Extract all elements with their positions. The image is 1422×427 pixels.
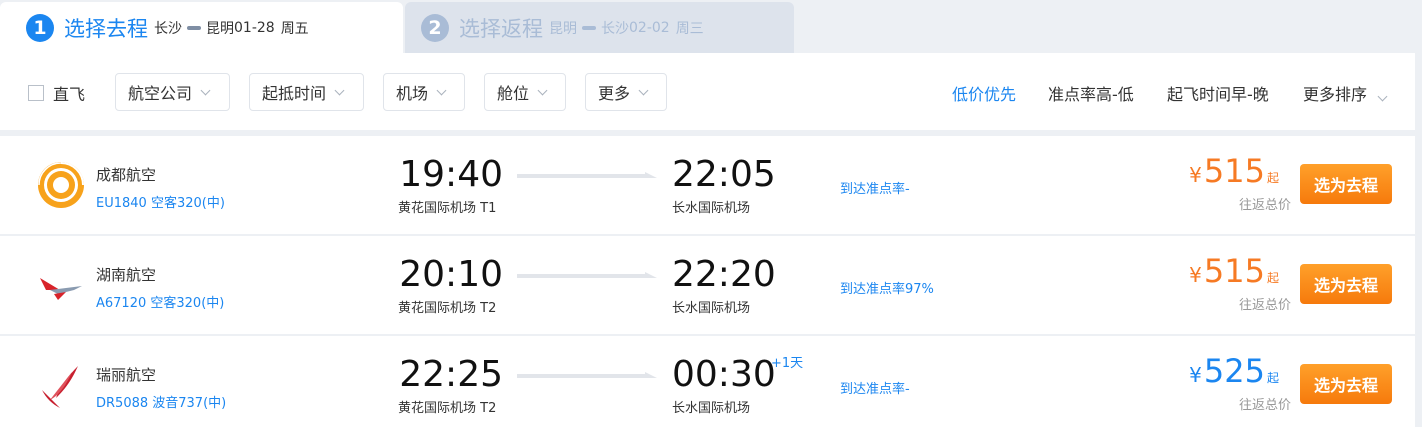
- chevron-down-icon: [1377, 91, 1388, 102]
- next-day-badge: +1天: [771, 356, 804, 371]
- filter-bar: 直飞 航空公司 起抵时间 机场 舱位 更多 低价优先 准点率高-低 起飞时间早-…: [0, 53, 1415, 130]
- chevron-down-icon: [200, 85, 211, 95]
- price: ¥ 515 起: [1189, 152, 1279, 190]
- currency-symbol: ¥: [1189, 263, 1202, 287]
- flight-row: 湖南航空 A67120 空客320(中) 20:10 黄花国际机场 T2 22:…: [0, 236, 1415, 334]
- flight-number[interactable]: A67120 空客320(中): [96, 292, 224, 311]
- departure-airport: 黄花国际机场 T1: [398, 201, 497, 216]
- direct-flight-checkbox[interactable]: [28, 85, 44, 101]
- departure-airport: 黄花国际机场 T2: [398, 301, 497, 316]
- route-date: 02-02: [629, 19, 670, 36]
- departure-time: 20:10: [399, 254, 503, 295]
- arrival-airport: 长水国际机场: [672, 401, 751, 416]
- more-filter-dropdown[interactable]: 更多: [585, 73, 667, 111]
- arrival-time: 22:05: [672, 154, 776, 195]
- ontime-rate: 到达准点率97%: [840, 282, 934, 297]
- sort-ontime[interactable]: 准点率高-低: [1048, 81, 1134, 105]
- step-number-badge: 2: [421, 13, 449, 42]
- tab-return[interactable]: 2 选择返程 昆明 长沙 02-02 周三: [405, 2, 794, 53]
- tab-outbound[interactable]: 1 选择去程 长沙 昆明 01-28 周五: [0, 2, 403, 53]
- time-filter-dropdown[interactable]: 起抵时间: [249, 73, 364, 111]
- price-suffix: 起: [1266, 271, 1279, 285]
- price-note: 往返总价: [1238, 398, 1291, 413]
- ontime-rate: 到达准点率-: [840, 382, 910, 397]
- route-summary: 昆明 长沙 02-02 周三: [549, 18, 704, 38]
- step-number-badge: 1: [26, 13, 54, 42]
- dropdown-label: 航空公司: [128, 84, 193, 103]
- dropdown-label: 舱位: [497, 84, 530, 103]
- select-outbound-button[interactable]: 选为去程: [1300, 164, 1392, 204]
- flight-row: 成都航空 EU1840 空客320(中) 19:40 黄花国际机场 T1 22:…: [0, 136, 1415, 234]
- dropdown-label: 起抵时间: [262, 84, 327, 103]
- route-origin: 昆明: [549, 20, 577, 37]
- airline-filter-dropdown[interactable]: 航空公司: [115, 73, 230, 111]
- price: ¥ 525 起: [1189, 352, 1279, 390]
- price: ¥ 515 起: [1189, 252, 1279, 290]
- flight-arrow-icon: [517, 272, 657, 278]
- ruili-airlines-logo-icon: [42, 366, 78, 408]
- airport-filter-dropdown[interactable]: 机场: [383, 73, 465, 111]
- airline-name: 瑞丽航空: [96, 366, 157, 384]
- currency-symbol: ¥: [1189, 363, 1202, 387]
- price-suffix: 起: [1266, 371, 1279, 385]
- arrival-time: 00:30: [672, 354, 776, 395]
- departure-time: 19:40: [399, 154, 503, 195]
- chevron-down-icon: [334, 85, 345, 95]
- arrival-time: 22:20: [672, 254, 776, 295]
- trip-step-tabs: 1 选择去程 长沙 昆明 01-28 周五 2 选择返程 昆明 长沙 02-02…: [0, 0, 1422, 53]
- dropdown-label: 更多: [598, 84, 631, 103]
- chevron-down-icon: [537, 85, 548, 95]
- departure-time: 22:25: [399, 354, 503, 395]
- price-note: 往返总价: [1238, 198, 1291, 213]
- sort-more-label: 更多排序: [1303, 85, 1368, 104]
- chengdu-airlines-logo-icon: [38, 162, 84, 208]
- ontime-rate: 到达准点率-: [840, 182, 910, 197]
- departure-airport: 黄花国际机场 T2: [398, 401, 497, 416]
- route-weekday: 周三: [675, 20, 704, 37]
- sort-more[interactable]: 更多排序: [1303, 81, 1388, 105]
- flight-arrow-icon: [517, 172, 657, 178]
- price-value: 515: [1203, 252, 1265, 290]
- airline-name: 成都航空: [96, 166, 157, 184]
- route-dash-icon: [582, 25, 596, 30]
- hunan-airlines-logo-icon: [40, 278, 82, 300]
- route-destination: 昆明: [206, 20, 234, 37]
- tab-title: 选择返程: [459, 16, 543, 41]
- route-dash-icon: [187, 25, 201, 30]
- select-outbound-button[interactable]: 选为去程: [1300, 264, 1392, 304]
- arrival-airport: 长水国际机场: [672, 301, 751, 316]
- sort-price-low[interactable]: 低价优先: [952, 81, 1016, 105]
- chevron-down-icon: [638, 85, 649, 95]
- price-value: 515: [1203, 152, 1265, 190]
- airline-name: 湖南航空: [96, 266, 157, 284]
- price-value: 525: [1203, 352, 1265, 390]
- currency-symbol: ¥: [1189, 163, 1202, 187]
- chevron-down-icon: [436, 85, 447, 95]
- flight-number[interactable]: EU1840 空客320(中): [96, 192, 225, 211]
- flight-row: 瑞丽航空 DR5088 波音737(中) 22:25 黄花国际机场 T2 00:…: [0, 336, 1415, 427]
- route-destination: 长沙: [601, 20, 629, 37]
- price-suffix: 起: [1266, 171, 1279, 185]
- direct-flight-label[interactable]: 直飞: [53, 81, 85, 105]
- arrival-airport: 长水国际机场: [672, 201, 751, 216]
- flight-number[interactable]: DR5088 波音737(中): [96, 392, 226, 411]
- dropdown-label: 机场: [396, 84, 429, 103]
- cabin-filter-dropdown[interactable]: 舱位: [484, 73, 566, 111]
- route-date: 01-28: [234, 19, 275, 36]
- tab-title: 选择去程: [64, 16, 148, 41]
- route-summary: 长沙 昆明 01-28 周五: [154, 18, 309, 38]
- select-outbound-button[interactable]: 选为去程: [1300, 364, 1392, 404]
- flight-arrow-icon: [517, 372, 657, 378]
- route-weekday: 周五: [280, 20, 309, 37]
- sort-departure-time[interactable]: 起飞时间早-晚: [1167, 81, 1269, 105]
- price-note: 往返总价: [1238, 298, 1291, 313]
- route-origin: 长沙: [154, 20, 182, 37]
